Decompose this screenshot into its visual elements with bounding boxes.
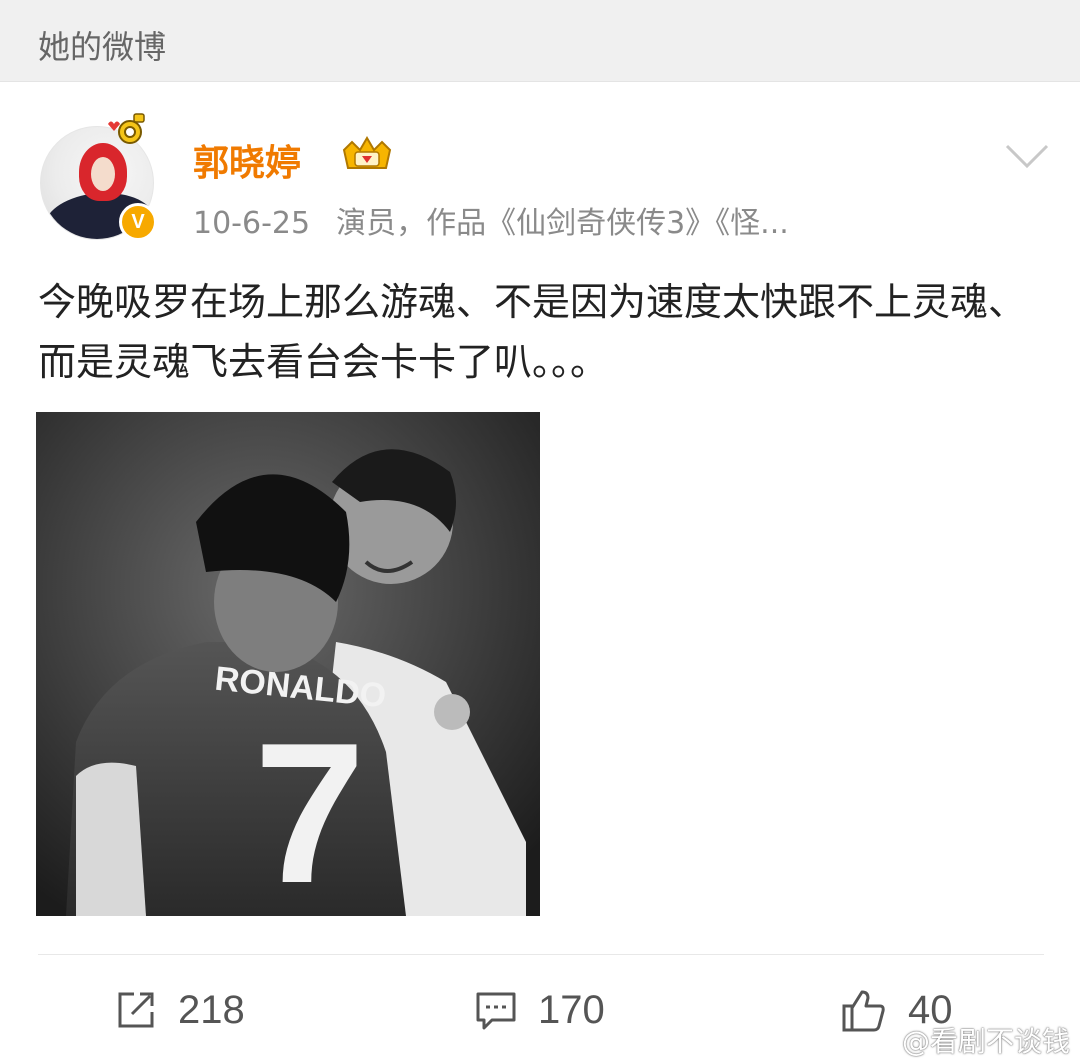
repost-count: 218 [178,987,245,1032]
section-header: 她的微博 [0,0,1080,82]
username[interactable]: 郭晓婷 [193,134,301,186]
repost-icon [118,992,154,1028]
post-text: 今晚吸罗在场上那么游魂、不是因为速度太快跟不上灵魂、而是灵魂飞去看台会卡卡了叭。… [38,280,1027,384]
comment-button[interactable]: 170 [474,982,605,1038]
divider [38,954,1044,955]
avatar-decoration-icon [108,113,145,144]
watermark: @看剧不谈钱 [852,1020,1070,1060]
comment-icon [476,992,516,1030]
user-description: 演员，作品《仙剑奇侠传3》《怪... [336,206,789,241]
jersey-number: 7 [254,702,365,916]
comment-count: 170 [538,987,605,1032]
post-card[interactable]: V 郭晓婷 10-6-25 演员，作品《仙剑奇侠传3》《怪... 今晚吸罗在场上那… [0,82,1080,1060]
verified-badge: V [119,203,157,241]
chevron-down-icon[interactable] [1004,142,1050,170]
post-time: 10-6-25 [193,206,311,241]
section-title: 她的微博 [38,28,167,66]
repost-button[interactable]: 218 [114,982,245,1038]
watermark-text: @看剧不谈钱 [902,1025,1071,1058]
weibo-logo-icon [852,1028,893,1056]
crown-badge-icon[interactable] [340,134,394,174]
photo-image: RONALDO 7 [36,412,540,916]
post-meta: 10-6-25 演员，作品《仙剑奇侠传3》《怪... [193,198,913,242]
post-photo[interactable]: RONALDO 7 [36,412,540,916]
